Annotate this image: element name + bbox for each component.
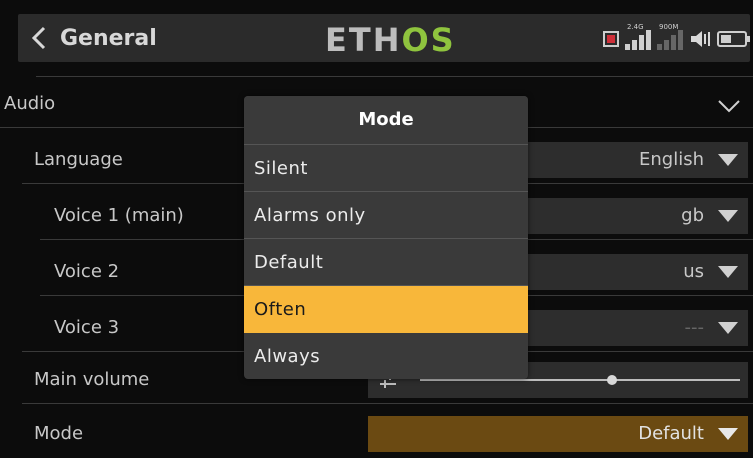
divider bbox=[22, 403, 753, 404]
slider-track bbox=[420, 379, 740, 381]
page-title: General bbox=[60, 26, 157, 51]
caret-down-icon bbox=[718, 210, 738, 222]
option-often[interactable]: Often bbox=[244, 286, 528, 333]
battery-icon bbox=[717, 31, 750, 47]
signal-24g-icon: 2.4G bbox=[625, 23, 651, 50]
record-icon bbox=[603, 31, 619, 47]
row-mode: Mode Default bbox=[0, 410, 753, 458]
back-arrow-icon[interactable] bbox=[26, 24, 54, 52]
row-label: Voice 1 (main) bbox=[54, 205, 184, 226]
row-label: Main volume bbox=[34, 369, 150, 390]
caret-down-icon bbox=[718, 428, 738, 440]
select-value: gb bbox=[681, 205, 704, 226]
section-label: Audio bbox=[4, 93, 56, 114]
option-alarms-only[interactable]: Alarms only bbox=[244, 192, 528, 239]
select-value: Default bbox=[638, 423, 704, 444]
dialog-title: Mode bbox=[244, 96, 528, 145]
caret-down-icon bbox=[718, 154, 738, 166]
caret-down-icon bbox=[718, 266, 738, 278]
ethos-logo: ETHOS bbox=[325, 21, 456, 59]
header-bar: General ETHOS 2.4G 900M bbox=[0, 0, 753, 76]
mode-dialog: Mode Silent Alarms only Default Often Al… bbox=[244, 96, 528, 379]
row-label: Mode bbox=[34, 423, 84, 444]
option-always[interactable]: Always bbox=[244, 333, 528, 379]
speaker-icon bbox=[691, 31, 710, 47]
mode-select[interactable]: Default bbox=[368, 416, 748, 452]
signal-900m-icon: 900M bbox=[657, 23, 683, 50]
select-value: English bbox=[639, 149, 704, 170]
row-label: Voice 2 bbox=[54, 261, 120, 282]
option-default[interactable]: Default bbox=[244, 239, 528, 286]
row-label: Voice 3 bbox=[54, 317, 120, 338]
caret-down-icon bbox=[718, 322, 738, 334]
select-value: us bbox=[683, 261, 704, 282]
status-icons: 2.4G 900M bbox=[603, 23, 750, 52]
chevron-down-icon[interactable] bbox=[717, 94, 741, 118]
divider bbox=[36, 76, 753, 77]
slider-knob[interactable] bbox=[607, 375, 617, 385]
option-silent[interactable]: Silent bbox=[244, 145, 528, 192]
row-label: Language bbox=[34, 149, 123, 170]
select-value: --- bbox=[684, 317, 705, 338]
